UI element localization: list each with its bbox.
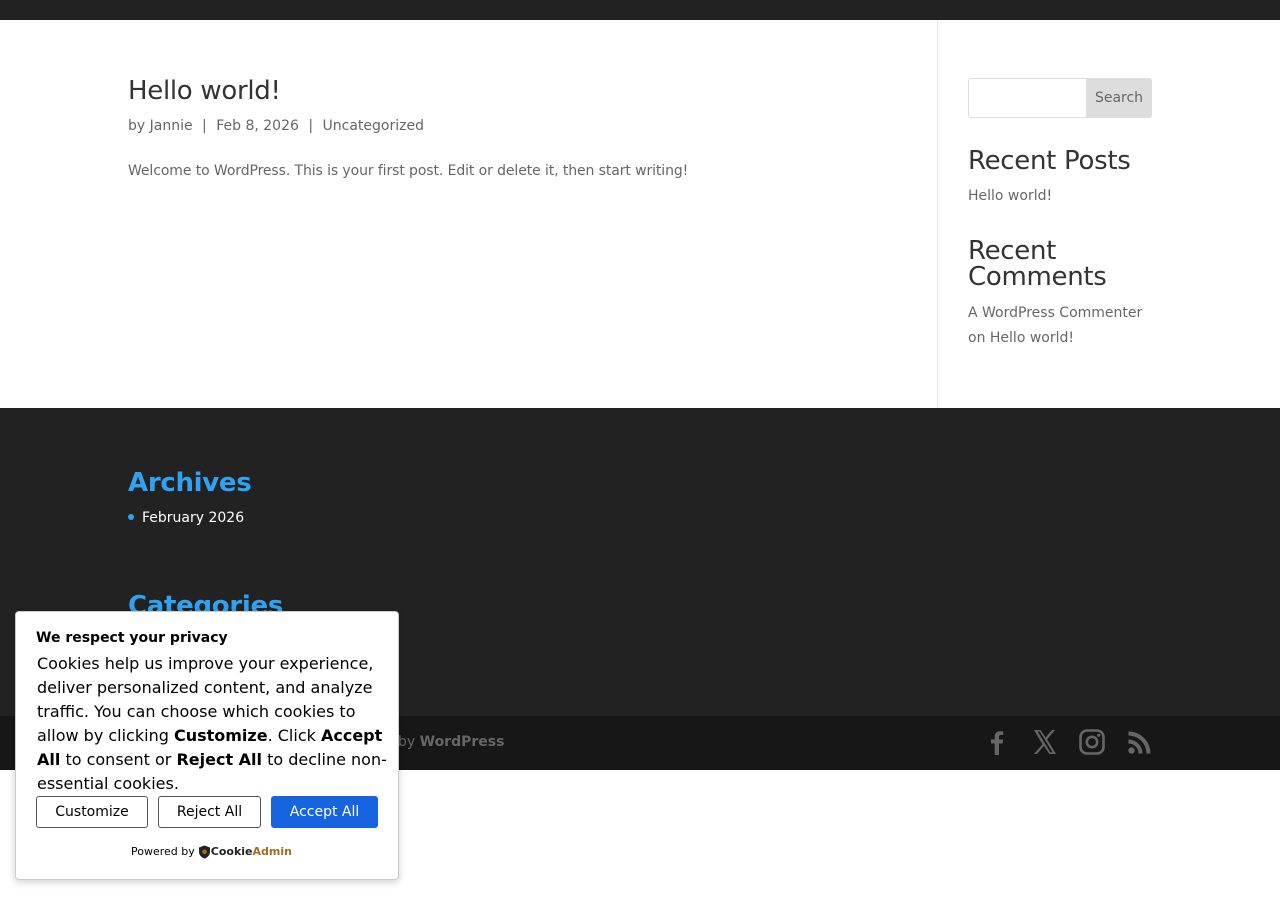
cookie-text-part: to consent or	[60, 750, 177, 769]
comment-author-link[interactable]: A WordPress Commenter	[968, 303, 1142, 323]
search-input[interactable]	[968, 78, 1087, 118]
post-category-link[interactable]: Uncategorized	[323, 118, 424, 134]
credit-prefix: by	[398, 734, 416, 750]
powered-by: Powered by Cookie Admin	[131, 844, 292, 860]
meta-separator: |	[308, 118, 314, 134]
top-header-bar	[0, 0, 1280, 20]
archive-link[interactable]: February 2026	[142, 510, 244, 526]
recent-post-link[interactable]: Hello world!	[968, 186, 1052, 206]
cookie-consent-banner: We respect your privacy Cookies help us …	[15, 611, 399, 880]
instagram-icon[interactable]	[1078, 728, 1106, 756]
sidebar-divider	[937, 20, 938, 408]
archives-title: Archives	[128, 468, 252, 498]
brand-part1: Cookie	[210, 845, 253, 858]
cookie-text-reject: Reject All	[176, 750, 263, 769]
credit-wordpress-link[interactable]: WordPress	[420, 734, 505, 750]
rss-icon[interactable]	[1126, 728, 1154, 756]
powered-by-label: Powered by	[131, 845, 195, 858]
post-author-link[interactable]: Jannie	[150, 118, 193, 134]
post-meta: by Jannie | Feb 8, 2026 | Uncategorized	[128, 116, 424, 136]
reject-all-button[interactable]: Reject All	[158, 796, 261, 828]
post-date: Feb 8, 2026	[216, 118, 299, 134]
comment-post-link[interactable]: Hello world!	[990, 330, 1074, 346]
archive-item[interactable]: February 2026	[128, 508, 244, 528]
accept-all-button[interactable]: Accept All	[271, 796, 378, 828]
comment-on-label: on	[968, 330, 986, 346]
recent-comments-title-line1: Recent	[968, 236, 1057, 266]
post-excerpt: Welcome to WordPress. This is your first…	[128, 163, 689, 179]
cookieadmin-logo[interactable]: Cookie Admin	[198, 844, 292, 860]
recent-posts-title: Recent Posts	[968, 146, 1131, 176]
cookie-text-customize: Customize	[173, 726, 268, 745]
cookie-banner-text: Cookies help us improve your experience,…	[37, 652, 387, 796]
bullet-icon	[128, 514, 134, 520]
brand-part2: Admin	[252, 845, 292, 858]
cookie-text-part: . Click	[267, 726, 321, 745]
shield-icon	[198, 845, 210, 859]
x-icon[interactable]	[1031, 728, 1059, 756]
meta-separator: |	[202, 118, 207, 134]
customize-button[interactable]: Customize	[36, 796, 148, 828]
post-title[interactable]: Hello world!	[128, 74, 281, 108]
recent-comments-title-line2: Comments	[968, 262, 1107, 292]
comment-on-line: on Hello world!	[968, 328, 1074, 348]
footer-credit: by WordPress	[398, 732, 504, 752]
cookie-banner-title: We respect your privacy	[36, 630, 228, 646]
post-meta-by: by	[128, 118, 146, 134]
search-button[interactable]: Search	[1086, 78, 1152, 118]
facebook-icon[interactable]	[983, 728, 1011, 756]
